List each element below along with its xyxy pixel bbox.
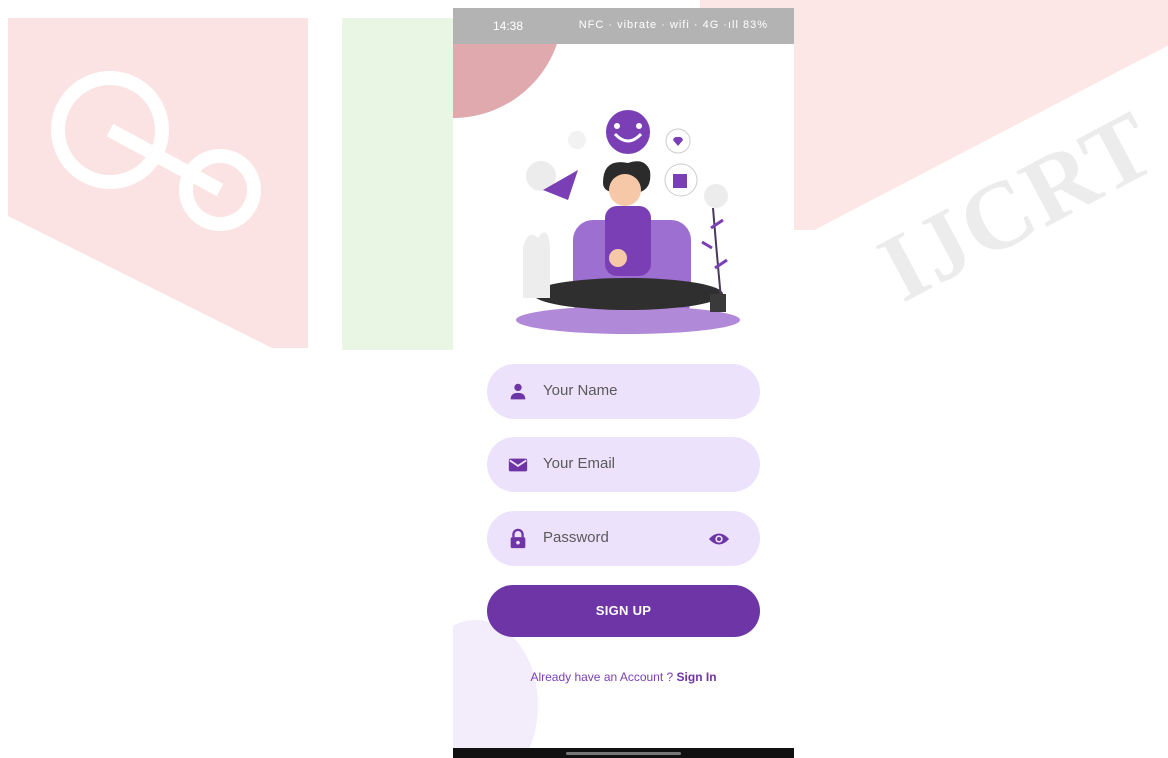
battery-text: 83% <box>742 19 768 31</box>
lock-icon <box>510 528 526 549</box>
email-placeholder: Your Email <box>543 455 615 472</box>
name-field[interactable]: Your Name <box>487 364 760 419</box>
person-icon <box>510 383 526 400</box>
illustration-woman-on-couch <box>516 110 740 334</box>
navigation-bar <box>453 748 794 758</box>
status-bar: 14:38 NFC · vibrate · wifi · 4G ·ıll 83% <box>453 8 794 44</box>
status-icons: NFC · vibrate · wifi · 4G ·ıll 83% <box>579 19 768 31</box>
status-time: 14:38 <box>493 19 524 33</box>
email-field[interactable]: Your Email <box>487 437 760 492</box>
mail-icon <box>508 458 528 472</box>
decor-blob-bottom <box>453 620 538 758</box>
eye-icon[interactable] <box>708 531 730 547</box>
phone-screen: 14:38 NFC · vibrate · wifi · 4G ·ıll 83% <box>453 8 794 758</box>
name-placeholder: Your Name <box>543 382 618 399</box>
sign-in-prompt-text: Already have an Account ? <box>530 670 677 684</box>
home-indicator[interactable] <box>566 752 681 755</box>
sign-in-prompt: Already have an Account ? Sign In <box>453 670 794 684</box>
password-field[interactable]: Password <box>487 511 760 566</box>
watermark-green-tile <box>342 18 454 350</box>
password-placeholder: Password <box>543 529 609 546</box>
status-icons-text: NFC · vibrate · wifi · 4G ·ıll <box>578 19 743 31</box>
sign-in-link[interactable]: Sign In <box>677 670 717 684</box>
sign-up-button[interactable]: SIGN UP <box>487 585 760 637</box>
gear-icon <box>51 71 261 231</box>
